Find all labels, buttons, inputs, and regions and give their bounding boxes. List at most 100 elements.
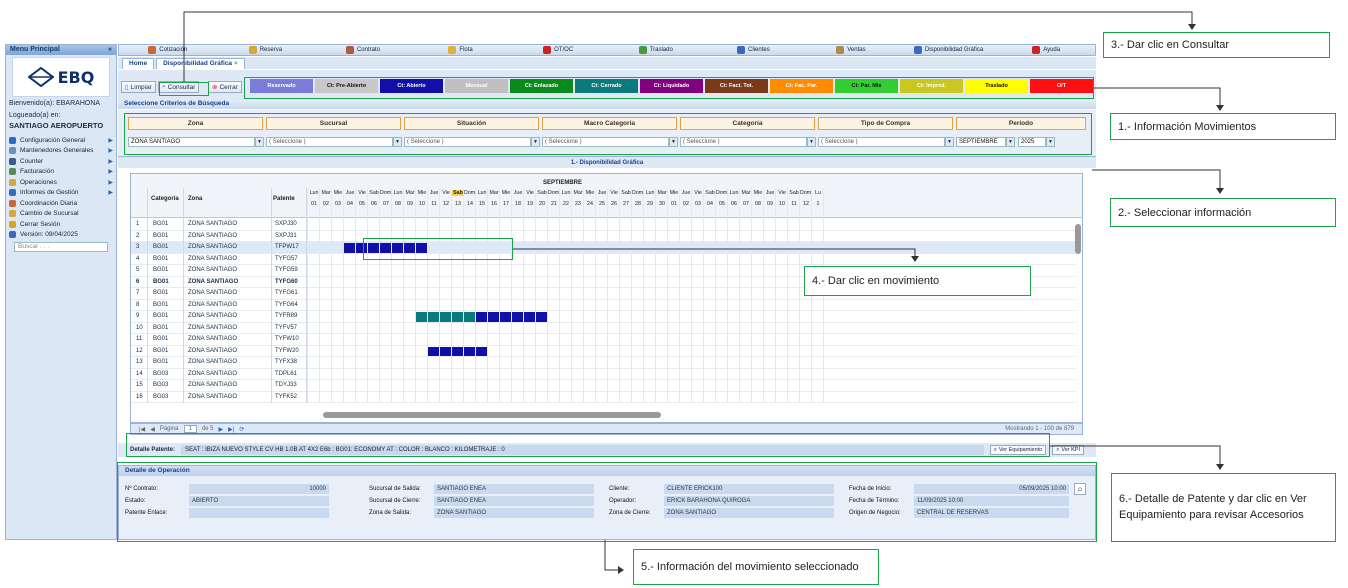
row-categoria: BG03 <box>153 382 169 388</box>
movement-block[interactable] <box>476 346 487 356</box>
col-categoria[interactable]: Categoría <box>151 196 179 202</box>
top-menu-item[interactable]: Traslado <box>607 46 705 54</box>
top-menu-bar: Cotización Reserva Contrato Flota OT/OC Trasl… <box>118 44 1096 56</box>
top-menu-item[interactable]: Ayuda <box>997 46 1095 54</box>
search-icon: ⌕ <box>1056 446 1060 453</box>
grid-column-line <box>739 188 740 403</box>
movement-block[interactable] <box>440 346 451 356</box>
movement-block[interactable] <box>500 312 511 322</box>
month-label: SEPTIEMBRE <box>543 180 583 186</box>
movement-block[interactable] <box>476 312 487 322</box>
movement-block[interactable] <box>416 312 427 322</box>
vertical-scrollbar[interactable] <box>1075 224 1081 254</box>
table-row[interactable]: 1 BG01 ZONA SANTIAGO SXPJ30 <box>131 219 1075 231</box>
row-zona: ZONA SANTIAGO <box>188 255 238 262</box>
sidebar-item[interactable]: Cerrar Sesión <box>6 219 116 230</box>
table-row[interactable]: 11 BG01 ZONA SANTIAGO TYFW10 <box>131 334 1075 346</box>
refresh-icon[interactable]: ⟳ <box>239 426 244 433</box>
table-row[interactable]: 2 BG01 ZONA SANTIAGO SXPJ31 <box>131 231 1075 242</box>
movement-block[interactable] <box>428 346 439 356</box>
row-patente: TYFX38 <box>275 359 298 365</box>
callout-5: 5.- Información del movimiento seleccion… <box>633 549 879 585</box>
first-page-icon[interactable]: |◀ <box>139 426 145 433</box>
sidebar-item[interactable]: Versión: 09/04/2025 <box>6 230 116 241</box>
col-zona[interactable]: Zona <box>188 196 202 202</box>
row-number: 8 <box>136 301 140 308</box>
top-menu-item[interactable]: Flota <box>412 46 510 54</box>
movement-block[interactable] <box>512 312 523 322</box>
top-menu-label: Traslado <box>649 47 673 53</box>
grid-column-line <box>703 188 704 403</box>
row-categoria: BG01 <box>153 267 169 273</box>
top-menu-item[interactable]: Disponibilidad Gráfica <box>900 46 998 54</box>
prev-page-icon[interactable]: ◀ <box>150 426 155 433</box>
table-row[interactable]: 9 BG01 ZONA SANTIAGO TYFR89 <box>131 311 1075 323</box>
table-row[interactable]: 13 BG01 ZONA SANTIAGO TYFX38 <box>131 357 1075 369</box>
sidebar-item[interactable]: Facturación ▶ <box>6 167 116 178</box>
top-menu-item[interactable]: Clientes <box>705 46 803 54</box>
sidebar-item[interactable]: Cambio de Sucursal <box>6 209 116 220</box>
horizontal-scrollbar[interactable] <box>323 412 661 418</box>
top-menu-item[interactable]: OT/OC <box>509 46 607 54</box>
table-row[interactable]: 12 BG01 ZONA SANTIAGO TYFW20 <box>131 346 1075 357</box>
movement-block[interactable] <box>536 312 547 322</box>
movement-block[interactable] <box>452 312 463 322</box>
sidebar-item[interactable]: Configuración General ▶ <box>6 135 116 146</box>
table-row[interactable]: 10 BG01 ZONA SANTIAGO TYFV57 <box>131 323 1075 334</box>
row-categoria: BG01 <box>153 324 169 331</box>
next-page-icon[interactable]: ▶ <box>219 426 224 433</box>
table-row[interactable]: 15 BG03 ZONA SANTIAGO TDYJ33 <box>131 380 1075 392</box>
callout-6: 6.- Detalle de Patente y dar clic en Ver… <box>1111 473 1336 542</box>
page-input[interactable]: 1 <box>183 425 197 433</box>
sidebar-item[interactable]: Counter ▶ <box>6 156 116 167</box>
table-row[interactable]: 8 BG01 ZONA SANTIAGO TYFG64 <box>131 300 1075 311</box>
sidebar-item-label: Facturación <box>20 168 54 176</box>
table-row[interactable]: 14 BG03 ZONA SANTIAGO TDPL61 <box>131 369 1075 380</box>
collapse-button[interactable]: « <box>108 46 112 54</box>
row-zona: ZONA SANTIAGO <box>188 221 238 227</box>
movement-block[interactable] <box>488 312 499 322</box>
top-menu-item[interactable]: Ventas <box>802 46 900 54</box>
logged-label: Logueado(a) en: <box>9 112 61 119</box>
top-menu-item[interactable]: Cotización <box>119 46 217 54</box>
row-patente: TYFW20 <box>275 347 299 354</box>
grid-column-line <box>715 188 716 403</box>
menu-icon <box>913 46 922 54</box>
movement-block[interactable] <box>344 243 355 253</box>
chevron-right-icon: ▶ <box>108 190 113 197</box>
row-categoria: BG01 <box>153 278 169 285</box>
table-row[interactable]: 16 BG03 ZONA SANTIAGO TYFK52 <box>131 392 1075 403</box>
tab-disponibilidad[interactable]: Disponibilidad Gráfica × <box>156 58 245 69</box>
sidebar-item[interactable]: Mantenedores Generales ▶ <box>6 146 116 157</box>
limpiar-button[interactable]: ▯ Limpiar <box>121 81 156 93</box>
top-menu-item[interactable]: Contrato <box>314 46 412 54</box>
tab-home[interactable]: Home <box>122 58 155 69</box>
movement-block[interactable] <box>464 312 475 322</box>
row-number: 15 <box>136 382 143 388</box>
movement-block[interactable] <box>452 346 463 356</box>
table-row[interactable]: 4 BG01 ZONA SANTIAGO TYFG57 <box>131 254 1075 265</box>
sidebar-item[interactable]: Coordinación Diaria <box>6 198 116 209</box>
sidebar-search-input[interactable]: Buscar . . . <box>14 242 108 252</box>
chevron-right-icon: ▶ <box>108 137 113 144</box>
grid-column-line <box>307 188 308 403</box>
highlight-movement <box>363 238 513 260</box>
movement-block[interactable] <box>440 312 451 322</box>
table-row[interactable]: 3 BG01 ZONA SANTIAGO TFPW17 <box>131 242 1075 254</box>
sidebar-item[interactable]: Informes de Gestión ▶ <box>6 188 116 199</box>
grid-column-line <box>727 188 728 403</box>
grid-column-line <box>439 188 440 403</box>
row-patente: TYFV57 <box>275 324 298 331</box>
sidebar-item[interactable]: Operaciones ▶ <box>6 177 116 188</box>
logo-text: EBQ <box>57 67 95 87</box>
close-tab-icon[interactable]: × <box>234 60 238 67</box>
movement-block[interactable] <box>524 312 535 322</box>
cerrar-button[interactable]: ⊗ Cerrar <box>208 81 242 93</box>
movement-block[interactable] <box>428 312 439 322</box>
last-page-icon[interactable]: ▶| <box>228 426 234 433</box>
top-menu-item[interactable]: Reserva <box>217 46 315 54</box>
col-patente[interactable]: Patente <box>273 196 295 202</box>
ver-kpi-button[interactable]: ⌕ Ver KPI <box>1052 445 1084 455</box>
movement-block[interactable] <box>464 346 475 356</box>
row-patente: TYFK52 <box>275 393 298 400</box>
